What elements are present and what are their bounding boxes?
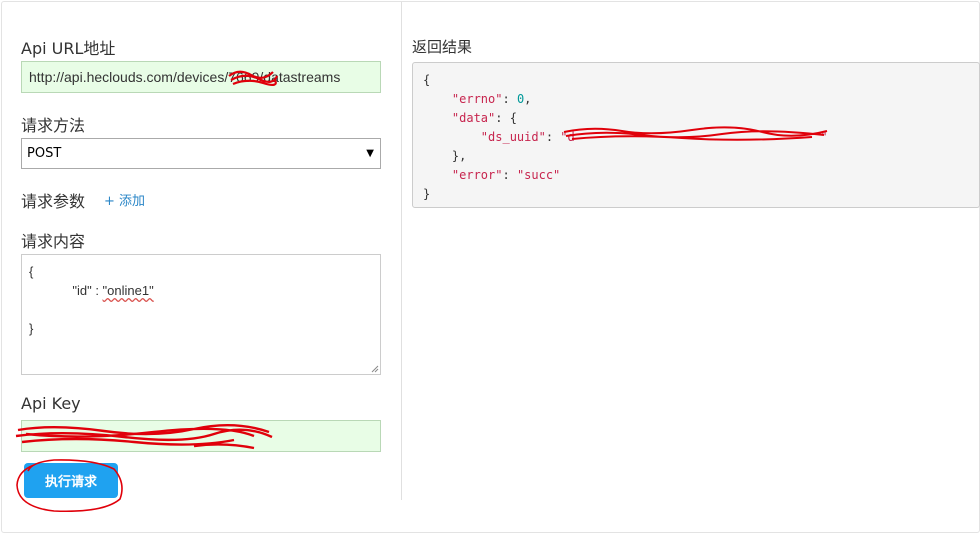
body-label: 请求内容 [21,232,86,251]
body-key: "id" [72,283,92,298]
api-url-label: Api URL地址 [21,39,116,58]
resize-grip-icon[interactable] [371,365,379,373]
execute-request-button[interactable]: 执行请求 [24,463,118,498]
json-ds-uuid-end: " [820,130,828,144]
body-open-brace: { [29,264,34,279]
api-url-prefix: http://api.heclouds.com/devices/ [29,69,229,85]
body-value: "online1" [102,283,154,298]
api-url-input[interactable]: http://api.heclouds.com/devices/7669/dat… [21,61,381,93]
api-key-label: Api Key [21,394,81,413]
dropdown-arrow-icon: ▼ [366,148,374,159]
result-label: 返回结果 [412,38,473,56]
add-param-link[interactable]: + 添加 [104,190,145,209]
body-close-brace: } [29,321,34,336]
api-key-input[interactable] [21,420,381,452]
json-error-value: "succ" [516,168,561,182]
json-error-key: "error" [451,168,503,182]
method-selected-value: POST [27,146,62,161]
request-body-textarea[interactable]: { "id" : "online1" } [21,254,381,375]
json-ds-uuid-key: "ds_uuid" [480,130,546,144]
method-label: 请求方法 [21,116,86,135]
body-sep: : [91,283,103,298]
json-errno-value: 0 [516,92,525,106]
json-errno-key: "errno" [451,92,503,106]
params-label: 请求参数 [21,192,86,211]
method-select[interactable]: POST ▼ [21,138,381,169]
json-data-key: "data" [451,111,496,125]
api-url-redacted-segment: 7669 [228,69,260,85]
panel-divider [401,2,402,500]
json-ds-uuid-value: "d [560,130,575,144]
api-url-suffix: /datastreams [259,69,341,85]
result-json-block: { "errno": 0, "data": { "ds_uuid": "d " … [412,62,980,208]
